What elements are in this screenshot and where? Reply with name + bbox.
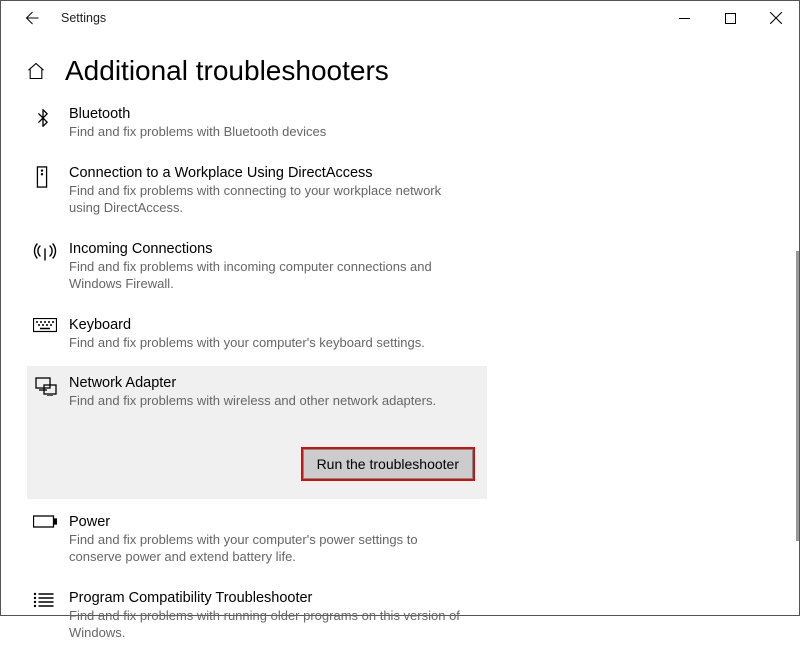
troubleshooter-network-adapter-selected: Network Adapter Find and fix problems wi…: [27, 366, 487, 499]
troubleshooter-power[interactable]: Power Find and fix problems with your co…: [27, 505, 487, 575]
page-title: Additional troubleshooters: [65, 55, 389, 87]
titlebar: Settings: [1, 1, 799, 35]
server-icon: [33, 166, 59, 188]
battery-icon: [33, 515, 59, 537]
run-troubleshooter-button[interactable]: Run the troubleshooter: [301, 447, 475, 481]
troubleshooter-title: Network Adapter: [69, 375, 436, 391]
troubleshooter-desc: Find and fix problems with connecting to…: [69, 182, 469, 217]
troubleshooter-title: Program Compatibility Troubleshooter: [69, 590, 469, 606]
signal-icon: [33, 242, 59, 264]
list-icon: [33, 591, 59, 613]
troubleshooter-keyboard[interactable]: Keyboard Find and fix problems with your…: [27, 308, 487, 361]
home-icon[interactable]: [25, 60, 47, 82]
bluetooth-icon: [33, 107, 59, 129]
troubleshooter-incoming-connections[interactable]: Incoming Connections Find and fix proble…: [27, 232, 487, 302]
troubleshooter-desc: Find and fix problems with incoming comp…: [69, 258, 469, 293]
troubleshooter-desc: Find and fix problems with your computer…: [69, 334, 425, 352]
troubleshooter-title: Power: [69, 514, 469, 530]
troubleshooter-directaccess[interactable]: Connection to a Workplace Using DirectAc…: [27, 156, 487, 226]
close-button[interactable]: [753, 2, 799, 34]
troubleshooter-bluetooth[interactable]: Bluetooth Find and fix problems with Blu…: [27, 97, 487, 150]
heading-row: Additional troubleshooters: [1, 35, 799, 97]
troubleshooter-title: Keyboard: [69, 317, 425, 333]
troubleshooter-title: Bluetooth: [69, 106, 326, 122]
minimize-button[interactable]: [661, 2, 707, 34]
troubleshooter-network-adapter[interactable]: Network Adapter Find and fix problems wi…: [27, 366, 487, 419]
troubleshooter-desc: Find and fix problems with running older…: [69, 607, 469, 642]
troubleshooter-title: Connection to a Workplace Using DirectAc…: [69, 165, 469, 181]
maximize-button[interactable]: [707, 2, 753, 34]
troubleshooter-title: Incoming Connections: [69, 241, 469, 257]
troubleshooter-desc: Find and fix problems with wireless and …: [69, 392, 436, 410]
network-adapter-icon: [33, 376, 59, 398]
keyboard-icon: [33, 318, 59, 340]
troubleshooter-list: Bluetooth Find and fix problems with Blu…: [1, 97, 799, 651]
back-button[interactable]: [17, 4, 45, 32]
troubleshooter-desc: Find and fix problems with your computer…: [69, 531, 469, 566]
troubleshooter-desc: Find and fix problems with Bluetooth dev…: [69, 123, 326, 141]
app-title: Settings: [61, 11, 106, 25]
window-controls: [661, 2, 799, 34]
scrollbar[interactable]: [796, 251, 799, 541]
